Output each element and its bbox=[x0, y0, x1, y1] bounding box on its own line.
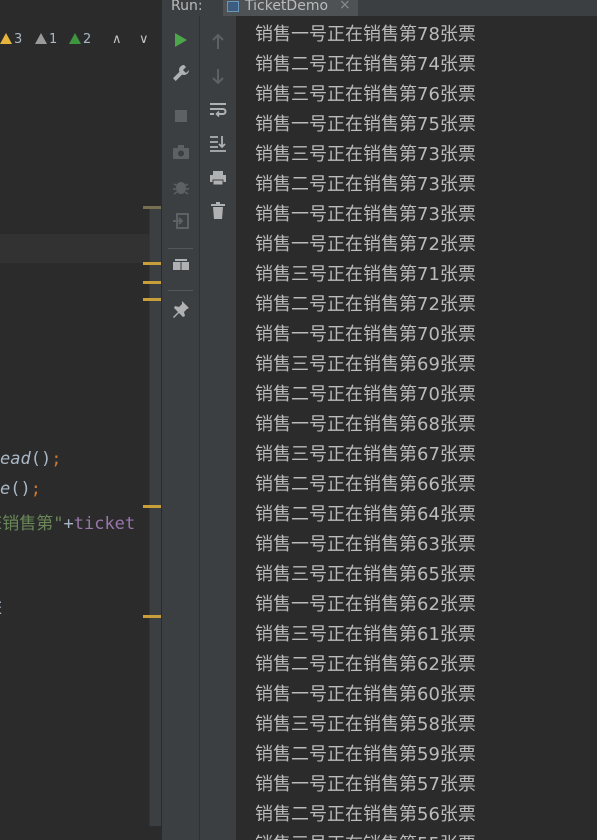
wrench-icon[interactable] bbox=[172, 64, 190, 87]
code-line[interactable]: E销售第"+ticket bbox=[0, 509, 135, 534]
run-icon[interactable] bbox=[174, 32, 188, 53]
previous-highlight-button[interactable]: ∧ bbox=[112, 32, 122, 47]
console-line: 销售二号正在销售第73张票 bbox=[255, 174, 476, 195]
error-stripe-mark[interactable] bbox=[143, 615, 161, 618]
error-stripe-mark[interactable] bbox=[143, 206, 161, 209]
console-line: 销售三号正在销售第65张票 bbox=[255, 564, 476, 585]
console-line: 销售三号正在销售第55张票 bbox=[255, 832, 476, 840]
console-line: 销售一号正在销售第78张票 bbox=[255, 24, 476, 45]
console-line: 销售一号正在销售第72张票 bbox=[255, 234, 476, 255]
run-tool-window-header: Run: TicketDemo × bbox=[161, 0, 597, 18]
console-line: 销售三号正在销售第76张票 bbox=[255, 84, 476, 105]
next-highlight-button[interactable]: ∨ bbox=[139, 32, 149, 47]
console-toolbar bbox=[199, 16, 236, 840]
console-line: 销售一号正在销售第62张票 bbox=[255, 594, 476, 615]
caret-row-highlight bbox=[0, 234, 161, 263]
pin-icon[interactable] bbox=[172, 300, 190, 323]
trash-icon[interactable] bbox=[210, 202, 226, 225]
run-label: Run: bbox=[171, 0, 203, 14]
exit-icon[interactable] bbox=[172, 212, 190, 235]
code-line[interactable]: e(); bbox=[0, 479, 41, 501]
console-line: 销售二号正在销售第70张票 bbox=[255, 384, 476, 405]
console-line: 销售三号正在销售第69张票 bbox=[255, 354, 476, 375]
error-stripe-mark[interactable] bbox=[143, 262, 161, 265]
camera-icon[interactable] bbox=[172, 144, 190, 165]
console-line: 销售二号正在销售第72张票 bbox=[255, 294, 476, 315]
typo-icon bbox=[69, 33, 81, 44]
code-line[interactable]: E bbox=[0, 599, 2, 621]
arrow-up-icon[interactable] bbox=[211, 33, 225, 55]
code-line[interactable]: ead(); bbox=[0, 449, 61, 471]
console-line: 销售一号正在销售第73张票 bbox=[255, 204, 476, 225]
console-line: 销售三号正在销售第67张票 bbox=[255, 444, 476, 465]
scroll-to-end-icon[interactable] bbox=[209, 134, 227, 157]
soft-wrap-icon[interactable] bbox=[209, 102, 227, 123]
console-line: 销售三号正在销售第73张票 bbox=[255, 144, 476, 165]
console-line: 销售一号正在销售第60张票 bbox=[255, 684, 476, 705]
weak-warnings-indicator[interactable]: 1 bbox=[35, 32, 57, 47]
typos-count: 2 bbox=[83, 32, 92, 47]
console-line: 销售二号正在销售第66张票 bbox=[255, 474, 476, 495]
code-editor[interactable]: 3 1 2 ∧ ∨ ead(); e(); E销售第"+ticket E bbox=[0, 0, 161, 840]
console-line: 销售一号正在销售第70张票 bbox=[255, 324, 476, 345]
tab-title: TicketDemo bbox=[245, 0, 329, 14]
console-line: 销售一号正在销售第57张票 bbox=[255, 774, 476, 795]
console-lines: 销售一号正在销售第78张票 销售二号正在销售第74张票 销售三号正在销售第76张… bbox=[255, 22, 476, 840]
warning-icon bbox=[0, 33, 12, 44]
console-line: 销售一号正在销售第68张票 bbox=[255, 414, 476, 435]
warnings-count: 3 bbox=[14, 32, 23, 47]
stop-icon[interactable] bbox=[174, 108, 188, 128]
run-toolbar bbox=[161, 16, 199, 840]
console-output[interactable]: 销售一号正在销售第78张票 销售二号正在销售第74张票 销售三号正在销售第76张… bbox=[236, 16, 597, 840]
console-line: 销售二号正在销售第62张票 bbox=[255, 654, 476, 675]
error-stripe-mark[interactable] bbox=[143, 281, 161, 284]
print-icon[interactable] bbox=[209, 170, 227, 191]
weak-warning-icon bbox=[35, 33, 47, 44]
toolbar-separator bbox=[168, 248, 193, 249]
console-line: 销售三号正在销售第58张票 bbox=[255, 714, 476, 735]
console-tab-icon bbox=[227, 1, 239, 12]
bug-icon[interactable] bbox=[172, 178, 190, 201]
console-line: 销售二号正在销售第56张票 bbox=[255, 804, 476, 825]
console-line: 销售一号正在销售第63张票 bbox=[255, 534, 476, 555]
warnings-indicator[interactable]: 3 bbox=[0, 32, 22, 47]
arrow-down-icon[interactable] bbox=[211, 68, 225, 89]
layout-icon[interactable] bbox=[172, 256, 190, 276]
console-line: 销售三号正在销售第71张票 bbox=[255, 264, 476, 285]
toolbar-separator bbox=[168, 290, 193, 291]
console-line: 销售二号正在销售第74张票 bbox=[255, 54, 476, 75]
console-line: 销售二号正在销售第59张票 bbox=[255, 744, 476, 765]
console-line: 销售一号正在销售第75张票 bbox=[255, 114, 476, 135]
close-tab-icon[interactable]: × bbox=[339, 0, 351, 13]
error-stripe-mark[interactable] bbox=[143, 298, 161, 301]
typos-indicator[interactable]: 2 bbox=[69, 32, 91, 47]
console-line: 销售三号正在销售第61张票 bbox=[255, 624, 476, 645]
console-line: 销售二号正在销售第64张票 bbox=[255, 504, 476, 525]
weak-warnings-count: 1 bbox=[49, 32, 58, 47]
error-stripe-mark[interactable] bbox=[143, 505, 161, 508]
